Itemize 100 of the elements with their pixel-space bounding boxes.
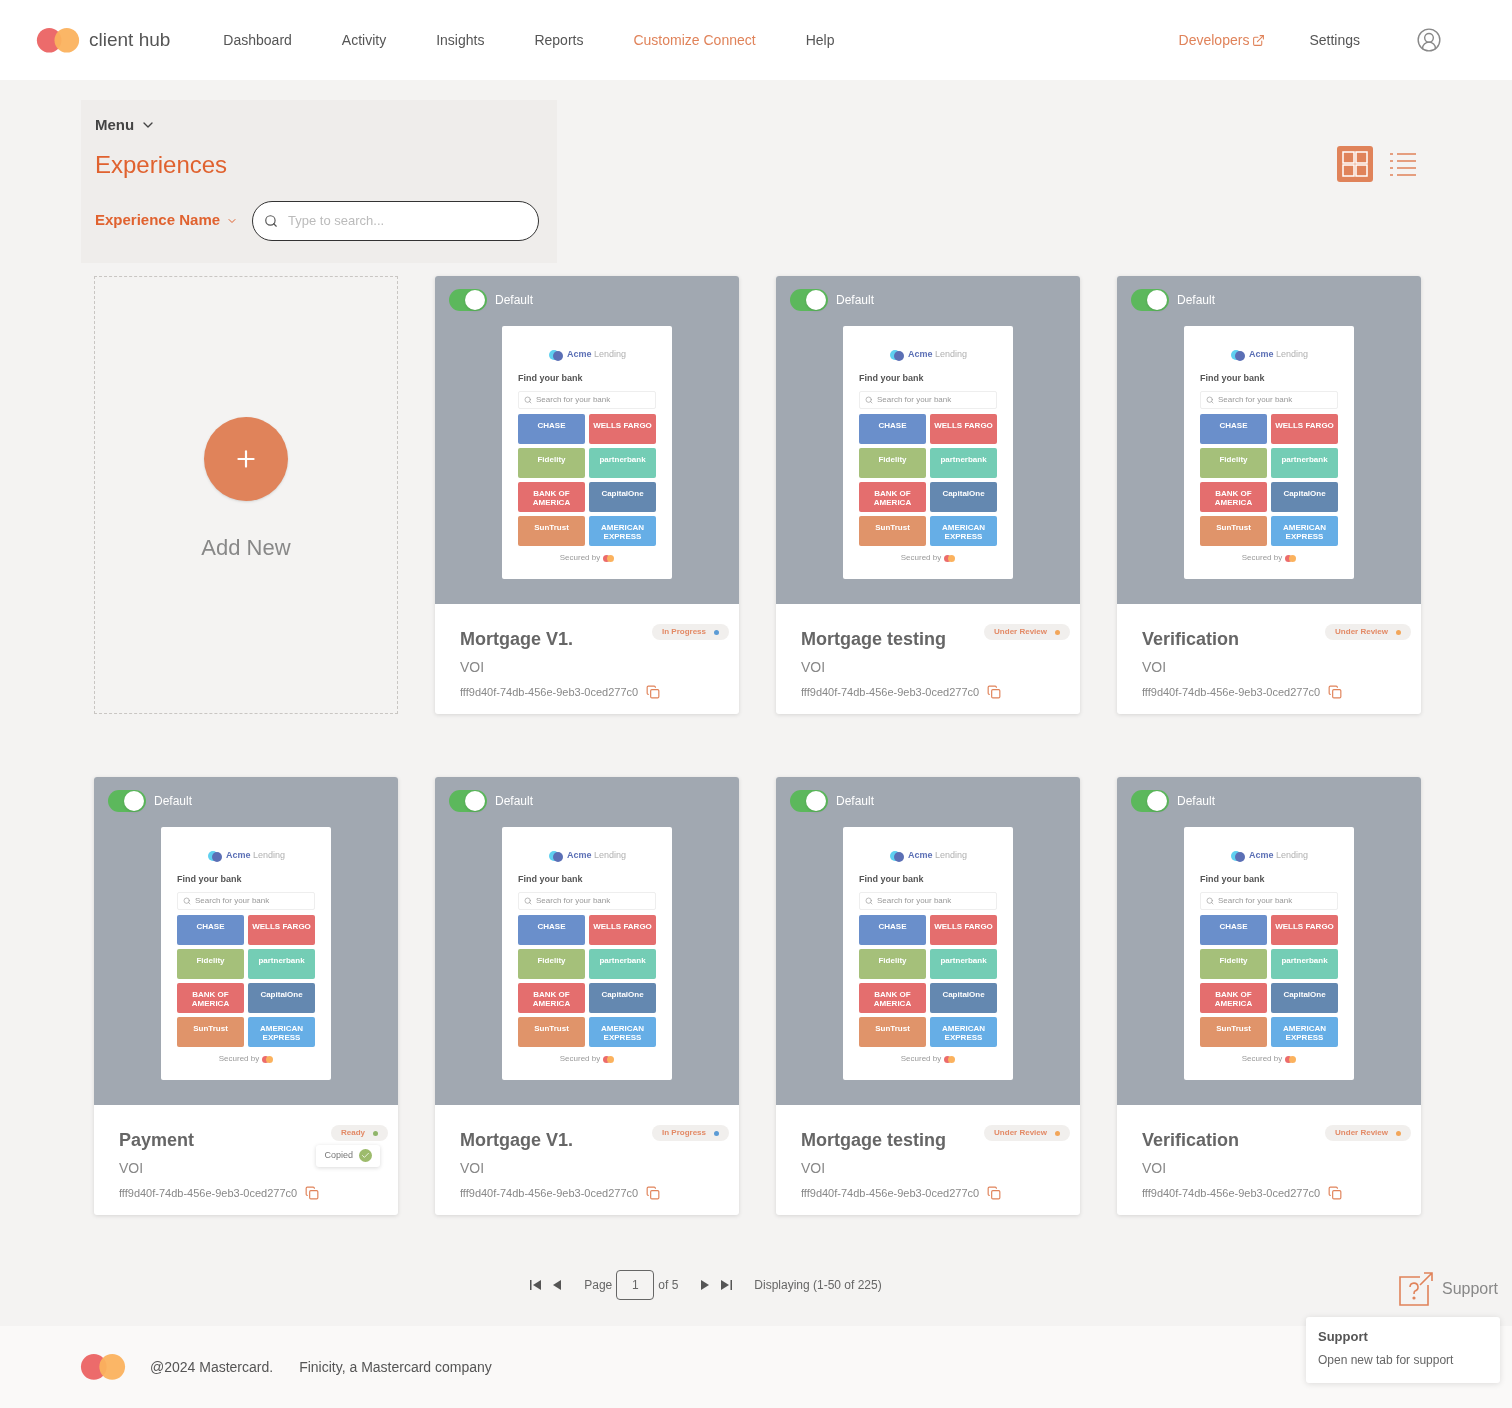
bank-tile: Fidelity <box>859 949 926 979</box>
card-title: Mortgage testing <box>801 628 946 651</box>
copy-button[interactable] <box>646 685 661 700</box>
experience-card[interactable] <box>435 777 739 1215</box>
next-page-icon[interactable] <box>700 1279 711 1291</box>
search-icon <box>1206 396 1214 404</box>
menu-button[interactable]: Menu <box>95 114 157 137</box>
toggle-label: Default <box>1177 292 1216 309</box>
toggle-switch[interactable] <box>108 790 146 812</box>
card-type: VOI <box>119 1159 145 1178</box>
bank-tile: SunTrust <box>1200 1017 1267 1047</box>
bank-search-placeholder: Search for your bank <box>536 394 611 406</box>
experience-card[interactable] <box>1117 777 1421 1215</box>
bank-search-placeholder: Search for your bank <box>536 895 611 907</box>
copy-button[interactable] <box>1328 1186 1343 1201</box>
card-type: VOI <box>801 658 827 677</box>
bank-tile: BANK OF AMERICA <box>859 983 926 1013</box>
bank-search-placeholder: Search for your bank <box>195 895 270 907</box>
nav-link[interactable]: Reports <box>534 29 584 51</box>
nav-link[interactable]: Help <box>805 29 835 51</box>
experience-card[interactable] <box>94 777 398 1215</box>
copy-button[interactable] <box>646 1186 661 1201</box>
copied-tooltip: Copied <box>316 1145 380 1167</box>
mastercard-icon <box>1285 1055 1297 1063</box>
card-type: VOI <box>801 1159 827 1178</box>
copy-button[interactable] <box>305 1186 320 1201</box>
copy-button[interactable] <box>987 685 1002 700</box>
page-number-field[interactable]: 1 <box>616 1270 655 1300</box>
bank-tile: partnerbank <box>930 448 997 478</box>
card-type: VOI <box>460 658 486 677</box>
bank-tile: BANK OF AMERICA <box>859 482 926 512</box>
preview-heading: Find your bank <box>177 872 242 886</box>
secured-by-text: Secured by <box>1241 552 1283 564</box>
acme-brand: Acme Lending <box>907 348 968 361</box>
status-badge: Under Review <box>984 1125 1070 1141</box>
card-title: Payment <box>119 1129 195 1152</box>
bank-tile: CapitalOne <box>930 983 997 1013</box>
nav-link[interactable]: Dashboard <box>223 29 292 51</box>
status-badge: In Progress <box>652 1125 729 1141</box>
toggle-switch[interactable] <box>1131 790 1169 812</box>
toggle-switch[interactable] <box>790 790 828 812</box>
mastercard-icon <box>262 1055 274 1063</box>
page-label: Page <box>584 1277 613 1294</box>
toggle-label: Default <box>836 793 875 810</box>
bank-tile: WELLS FARGO <box>248 915 315 945</box>
preview-heading: Find your bank <box>518 872 583 886</box>
mastercard-icon <box>1285 554 1297 562</box>
acme-logo-icon <box>547 849 564 862</box>
page-count: of 5 <box>658 1277 679 1294</box>
card-title: Mortgage V1. <box>460 628 574 651</box>
nav-link[interactable]: Activity <box>341 29 387 51</box>
preview-heading: Find your bank <box>859 371 924 385</box>
experience-id: fff9d40f-74db-456e-9eb3-0ced277c0 <box>1142 685 1321 700</box>
experience-card[interactable] <box>776 777 1080 1215</box>
search-field[interactable]: Type to search... <box>252 200 540 241</box>
bank-tile: BANK OF AMERICA <box>177 983 244 1013</box>
grid-view-button[interactable] <box>1337 146 1373 182</box>
bank-tile: partnerbank <box>1271 949 1338 979</box>
bank-tile: WELLS FARGO <box>930 414 997 444</box>
preview-heading: Find your bank <box>859 872 924 886</box>
card-title: Mortgage testing <box>801 1129 946 1152</box>
toggle-switch[interactable] <box>1131 289 1169 311</box>
mastercard-icon <box>603 554 615 562</box>
bank-tile: Fidelity <box>1200 949 1267 979</box>
toggle-label: Default <box>495 793 534 810</box>
bank-tile: CapitalOne <box>1271 482 1338 512</box>
tooltip-title: Support <box>1318 1328 1369 1346</box>
first-page-icon[interactable] <box>530 1279 543 1291</box>
search-icon <box>1206 897 1214 905</box>
bank-tile: BANK OF AMERICA <box>1200 482 1267 512</box>
copy-button[interactable] <box>1328 685 1343 700</box>
user-account-icon[interactable] <box>1416 27 1442 53</box>
nav-link[interactable]: Insights <box>436 29 485 51</box>
tooltip-text: Open new tab for support <box>1318 1351 1455 1369</box>
previous-page-icon[interactable] <box>552 1279 563 1291</box>
acme-brand: Acme Lending <box>566 849 627 862</box>
toggle-switch[interactable] <box>449 289 487 311</box>
bank-tile: BANK OF AMERICA <box>518 482 585 512</box>
copy-button[interactable] <box>987 1186 1002 1201</box>
experience-card[interactable] <box>435 276 739 714</box>
bank-tile: AMERICAN EXPRESS <box>589 1017 656 1047</box>
bank-tile: CapitalOne <box>589 482 656 512</box>
toggle-label: Default <box>1177 793 1216 810</box>
acme-logo-icon <box>206 849 223 862</box>
bank-tile: AMERICAN EXPRESS <box>930 1017 997 1047</box>
acme-logo-icon <box>888 849 905 862</box>
card-title: Verification <box>1142 1129 1240 1152</box>
toggle-switch[interactable] <box>790 289 828 311</box>
toggle-switch[interactable] <box>449 790 487 812</box>
experience-card[interactable] <box>1117 276 1421 714</box>
bank-tile: AMERICAN EXPRESS <box>1271 516 1338 546</box>
secured-by-text: Secured by <box>218 1053 260 1065</box>
search-icon <box>264 213 279 228</box>
last-page-icon[interactable] <box>720 1279 733 1291</box>
card-type: VOI <box>1142 1159 1168 1178</box>
experience-card[interactable] <box>776 276 1080 714</box>
acme-brand: Acme Lending <box>566 348 627 361</box>
bank-tile: WELLS FARGO <box>930 915 997 945</box>
nav-link[interactable]: Settings <box>1309 29 1360 51</box>
bank-tile: CapitalOne <box>1271 983 1338 1013</box>
